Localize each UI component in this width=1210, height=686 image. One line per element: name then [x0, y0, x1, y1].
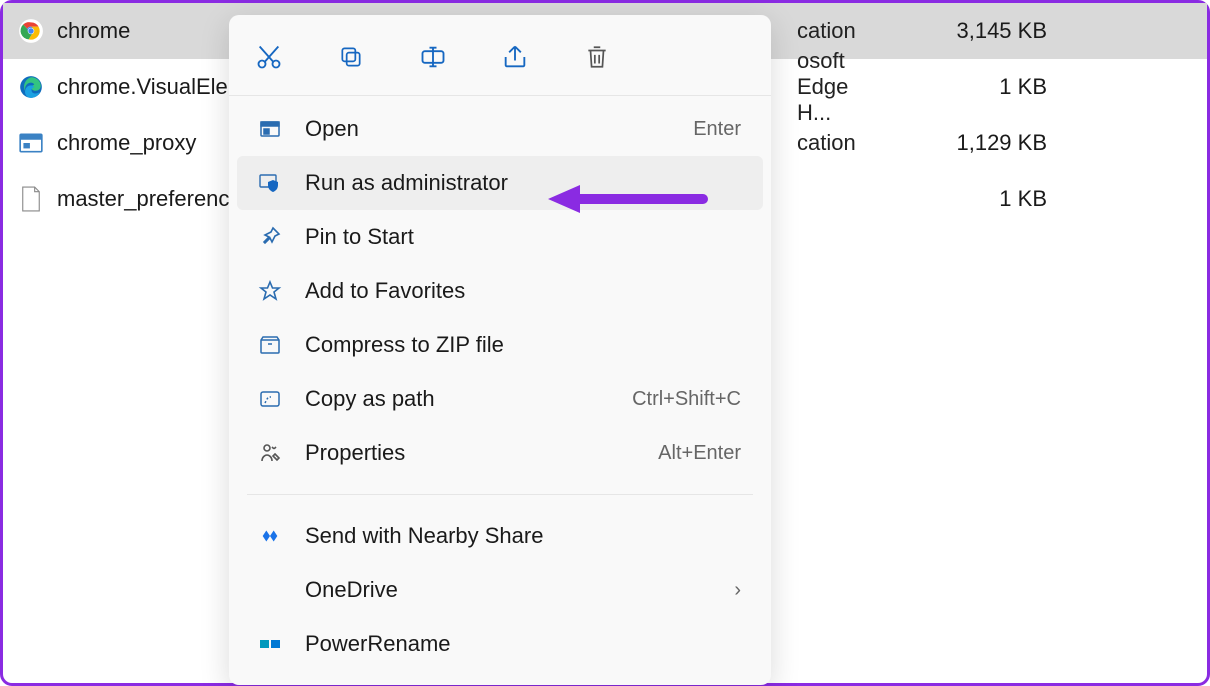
- menu-onedrive[interactable]: OneDrive ›: [237, 563, 763, 617]
- pin-icon: [255, 222, 285, 252]
- file-size: 1 KB: [877, 74, 1207, 100]
- menu-powerrename[interactable]: PowerRename: [237, 617, 763, 671]
- menu-label: Pin to Start: [305, 224, 741, 250]
- path-icon: [255, 384, 285, 414]
- star-icon: [255, 276, 285, 306]
- menu-nearby-share[interactable]: Send with Nearby Share: [237, 509, 763, 563]
- zip-icon: [255, 330, 285, 360]
- context-menu: Open Enter Run as administrator Pin to S…: [229, 15, 771, 685]
- menu-properties[interactable]: Properties Alt+Enter: [237, 426, 763, 480]
- annotation-arrow: [548, 181, 708, 217]
- file-size: 3,145 KB: [877, 18, 1207, 44]
- file-icon: [17, 185, 45, 213]
- menu-pin-to-start[interactable]: Pin to Start: [237, 210, 763, 264]
- open-icon: [255, 114, 285, 144]
- menu-label: Add to Favorites: [305, 278, 741, 304]
- menu-divider: [247, 494, 753, 495]
- shield-icon: [255, 168, 285, 198]
- nearby-share-icon: [255, 521, 285, 551]
- powerrename-icon: [255, 629, 285, 659]
- blank-icon: [255, 575, 285, 605]
- menu-label: Send with Nearby Share: [305, 523, 741, 549]
- menu-open[interactable]: Open Enter: [237, 102, 763, 156]
- rename-icon[interactable]: [411, 35, 455, 79]
- chevron-right-icon: ›: [734, 579, 741, 602]
- exe-icon: [17, 129, 45, 157]
- delete-icon[interactable]: [575, 35, 619, 79]
- menu-shortcut: Enter: [693, 118, 741, 141]
- properties-icon: [255, 438, 285, 468]
- menu-label: OneDrive: [305, 577, 734, 603]
- menu-label: Compress to ZIP file: [305, 332, 741, 358]
- copy-icon[interactable]: [329, 35, 373, 79]
- menu-shortcut: Alt+Enter: [658, 442, 741, 465]
- file-size: 1 KB: [877, 186, 1207, 212]
- menu-label: PowerRename: [305, 631, 741, 657]
- quick-actions-row: [229, 15, 771, 96]
- menu-compress-zip[interactable]: Compress to ZIP file: [237, 318, 763, 372]
- share-icon[interactable]: [493, 35, 537, 79]
- chrome-icon: [17, 17, 45, 45]
- menu-add-to-favorites[interactable]: Add to Favorites: [237, 264, 763, 318]
- cut-icon[interactable]: [247, 35, 291, 79]
- file-size: 1,129 KB: [877, 130, 1207, 156]
- edge-icon: [17, 73, 45, 101]
- menu-label: Copy as path: [305, 386, 632, 412]
- menu-label: Properties: [305, 440, 658, 466]
- menu-label: Open: [305, 116, 693, 142]
- menu-copy-as-path[interactable]: Copy as path Ctrl+Shift+C: [237, 372, 763, 426]
- menu-shortcut: Ctrl+Shift+C: [632, 388, 741, 411]
